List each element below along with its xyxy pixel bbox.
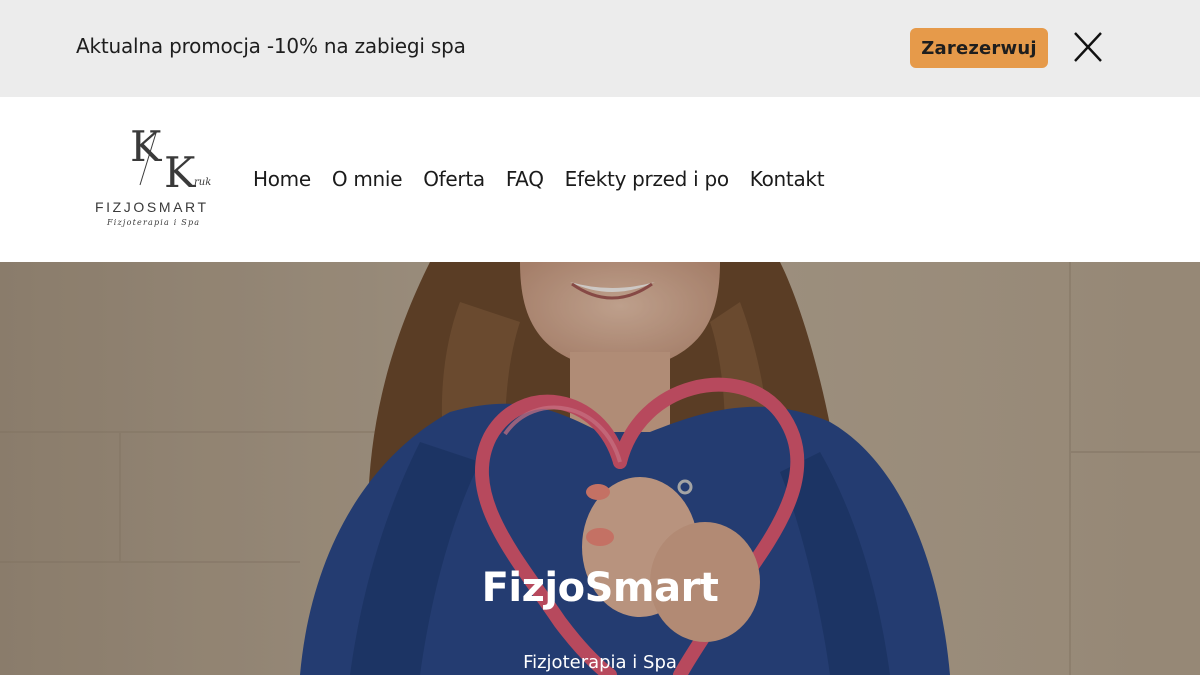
svg-text:ruk: ruk — [194, 177, 211, 188]
nav-contact[interactable]: Kontakt — [750, 167, 825, 191]
logo-tagline: Fizjoterapia i Spa — [107, 218, 201, 227]
nav-faq[interactable]: FAQ — [506, 167, 544, 191]
hero-overlay — [0, 262, 1200, 675]
close-icon[interactable] — [1072, 30, 1104, 64]
main-nav: Home O mnie Oferta FAQ Efekty przed i po… — [253, 167, 845, 191]
nav-about[interactable]: O mnie — [332, 167, 403, 191]
nav-home[interactable]: Home — [253, 167, 311, 191]
logo-monogram: K K ruk — [130, 125, 211, 195]
logo-name: FIZJOSMART — [95, 199, 209, 215]
promo-text: Aktualna promocja -10% na zabiegi spa — [76, 34, 466, 58]
svg-text:K: K — [164, 148, 197, 195]
hero-subtitle: Fizjoterapia i Spa — [523, 652, 677, 673]
site-logo[interactable]: K K ruk FIZJOSMART Fizjoterapia i Spa — [88, 125, 228, 229]
book-button[interactable]: Zarezerwuj — [910, 28, 1048, 68]
nav-results[interactable]: Efekty przed i po — [565, 167, 729, 191]
hero-title: FizjoSmart — [481, 565, 719, 611]
hero-section: FizjoSmart Fizjoterapia i Spa — [0, 262, 1200, 675]
site-header: K K ruk FIZJOSMART Fizjoterapia i Spa Ho… — [0, 97, 1200, 262]
promo-bar: Aktualna promocja -10% na zabiegi spa Za… — [0, 0, 1200, 97]
nav-offer[interactable]: Oferta — [423, 167, 485, 191]
